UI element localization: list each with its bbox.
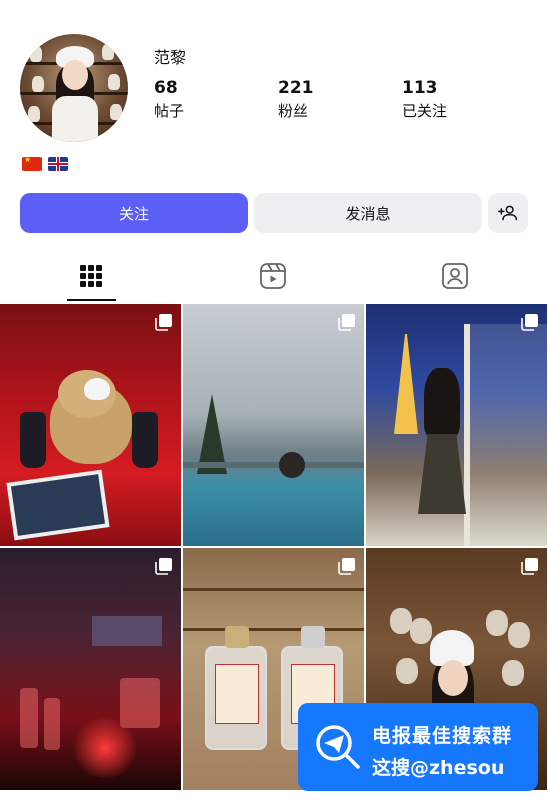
tab-posts-grid[interactable] xyxy=(31,250,151,302)
profile-avatar[interactable] xyxy=(20,34,128,142)
profile-username: 范黎 xyxy=(154,48,187,67)
multiple-photos-icon xyxy=(521,314,538,331)
multiple-photos-icon xyxy=(338,558,355,575)
stat-following-label: 已关注 xyxy=(402,102,448,120)
add-user-icon xyxy=(498,205,518,221)
profile-tabs xyxy=(0,250,548,302)
post-tile[interactable] xyxy=(0,548,181,790)
multiple-photos-icon xyxy=(521,558,538,575)
tab-tagged[interactable] xyxy=(395,250,515,302)
watermark-banner: 电报最佳搜索群 这搜@zhesou xyxy=(298,703,538,791)
watermark-line-1: 电报最佳搜索群 xyxy=(372,725,513,747)
stat-following-count: 113 xyxy=(402,78,438,98)
stat-posts-label: 帖子 xyxy=(154,102,185,120)
suggest-users-button[interactable] xyxy=(488,193,528,233)
post-tile[interactable] xyxy=(366,304,547,546)
follow-button[interactable]: 关注 xyxy=(20,193,248,233)
reels-icon xyxy=(260,263,286,289)
multiple-photos-icon xyxy=(155,558,172,575)
search-telegram-logo-icon xyxy=(316,725,360,769)
cn-flag-icon xyxy=(22,157,42,171)
multiple-photos-icon xyxy=(155,314,172,331)
stat-followers-label: 粉丝 xyxy=(278,102,309,120)
uk-flag-icon xyxy=(48,157,68,171)
post-tile[interactable] xyxy=(0,304,181,546)
grid-icon xyxy=(80,265,102,287)
stat-posts-count: 68 xyxy=(154,78,178,98)
bio-flags xyxy=(22,157,68,171)
stat-followers[interactable]: 221 粉丝 xyxy=(278,78,314,121)
stat-following[interactable]: 113 已关注 xyxy=(402,78,447,121)
tab-reels[interactable] xyxy=(213,250,333,302)
message-button[interactable]: 发消息 xyxy=(254,193,482,233)
post-tile[interactable] xyxy=(183,304,364,546)
tagged-icon xyxy=(442,263,468,289)
stat-followers-count: 221 xyxy=(278,78,314,98)
multiple-photos-icon xyxy=(338,314,355,331)
watermark-line-2: 这搜@zhesou xyxy=(372,757,505,779)
selected-tab-indicator xyxy=(67,299,116,301)
stat-posts[interactable]: 68 帖子 xyxy=(154,78,184,121)
